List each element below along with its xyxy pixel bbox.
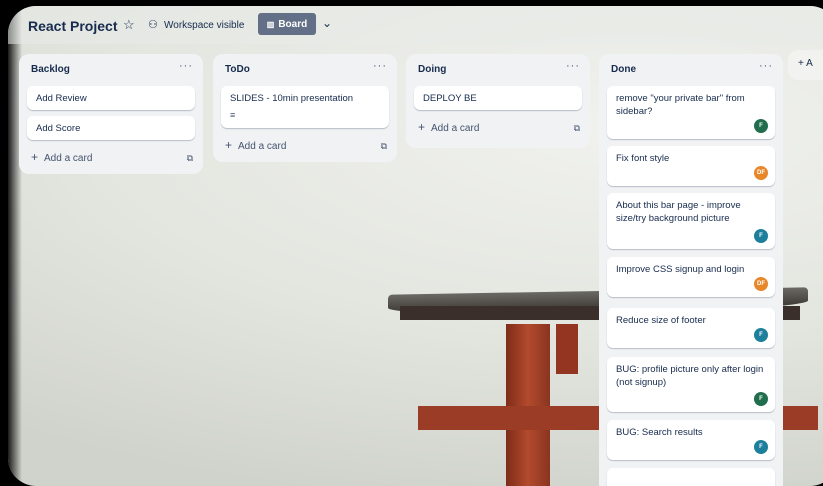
card-template-icon[interactable]: ⧉ [381, 141, 387, 152]
add-card-label: Add a card [238, 141, 287, 152]
list-doing: Doing ··· DEPLOY BE + Add a card ⧉ [406, 54, 590, 148]
card[interactable]: BUG: profile picture only after login (n… [607, 357, 775, 412]
card-template-icon[interactable]: ⧉ [187, 153, 193, 164]
list-title[interactable]: Done [611, 64, 636, 75]
card-title: Reduce size of footer [616, 315, 706, 326]
board-icon: ▥ [266, 19, 275, 29]
card[interactable]: SLIDES - 10min presentation ≡ [221, 86, 389, 128]
card[interactable]: Fix font style DF [607, 146, 775, 186]
avatar[interactable]: F [754, 392, 768, 406]
avatar[interactable]: F [754, 119, 768, 133]
torii-post [556, 324, 578, 374]
card-title: SLIDES - 10min presentation [230, 93, 354, 104]
board-canvas: React Project ☆ ⚇ Workspace visible ▥ Bo… [8, 6, 823, 486]
more-icon[interactable]: ··· [566, 60, 580, 72]
card-title: BUG: Search results [616, 427, 703, 438]
plus-icon: + [225, 138, 233, 152]
description-icon: ≡ [230, 110, 236, 120]
board-header: React Project ☆ ⚇ Workspace visible ▥ Bo… [8, 6, 823, 44]
workspace-visibility-icon[interactable]: ⚇ [148, 18, 158, 31]
card-template-icon[interactable]: ⧉ [574, 123, 580, 134]
card-partial[interactable] [607, 468, 775, 486]
add-card-button[interactable]: + Add a card [418, 120, 479, 134]
card-title: Add Review [36, 93, 87, 104]
workspace-visibility-label[interactable]: Workspace visible [164, 20, 244, 31]
list-title[interactable]: Doing [418, 64, 446, 75]
card[interactable]: BUG: Search results F [607, 420, 775, 460]
card-title: Improve CSS signup and login [616, 264, 745, 275]
board-view-label: Board [278, 18, 308, 30]
add-card-label: Add a card [44, 153, 93, 164]
board-view-button[interactable]: ▥ Board [258, 13, 316, 35]
avatar[interactable]: F [754, 328, 768, 342]
card[interactable]: DEPLOY BE [414, 86, 582, 110]
star-icon[interactable]: ☆ [123, 17, 135, 33]
add-card-button[interactable]: + Add a card [31, 150, 92, 164]
chevron-down-icon[interactable]: ⌄ [322, 16, 332, 30]
add-list-button[interactable]: + A [788, 50, 823, 80]
card[interactable]: Add Score [27, 116, 195, 140]
card[interactable]: Add Review [27, 86, 195, 110]
list-title[interactable]: ToDo [225, 64, 250, 75]
plus-icon: + [418, 120, 426, 134]
avatar[interactable]: DF [754, 166, 768, 180]
list-backlog: Backlog ··· Add Review Add Score + Add a … [19, 54, 203, 174]
avatar[interactable]: F [754, 229, 768, 243]
add-card-button[interactable]: + Add a card [225, 138, 286, 152]
card[interactable]: Improve CSS signup and login DF [607, 257, 775, 297]
add-card-label: Add a card [431, 123, 480, 134]
list-done: Done ··· remove "your private bar" from … [599, 54, 783, 486]
avatar[interactable]: F [754, 440, 768, 454]
board-title[interactable]: React Project [28, 18, 117, 34]
card-title: Fix font style [616, 153, 670, 164]
list-todo: ToDo ··· SLIDES - 10min presentation ≡ +… [213, 54, 397, 162]
card-title: BUG: profile picture only after login (n… [616, 364, 764, 388]
plus-icon: + [31, 150, 39, 164]
card[interactable]: remove "your private bar" from sidebar? … [607, 86, 775, 139]
card[interactable]: Reduce size of footer F [607, 308, 775, 348]
card[interactable]: About this bar page - improve size/try b… [607, 193, 775, 249]
avatar[interactable]: DF [754, 277, 768, 291]
card-title: Add Score [36, 123, 81, 134]
add-list-label: + A [798, 58, 813, 69]
card-title: About this bar page - improve size/try b… [616, 200, 741, 224]
more-icon[interactable]: ··· [759, 60, 773, 72]
list-title[interactable]: Backlog [31, 64, 70, 75]
card-title: remove "your private bar" from sidebar? [616, 93, 745, 117]
torii-pillar [506, 324, 550, 486]
more-icon[interactable]: ··· [373, 60, 387, 72]
card-title: DEPLOY BE [423, 93, 477, 104]
more-icon[interactable]: ··· [179, 60, 193, 72]
